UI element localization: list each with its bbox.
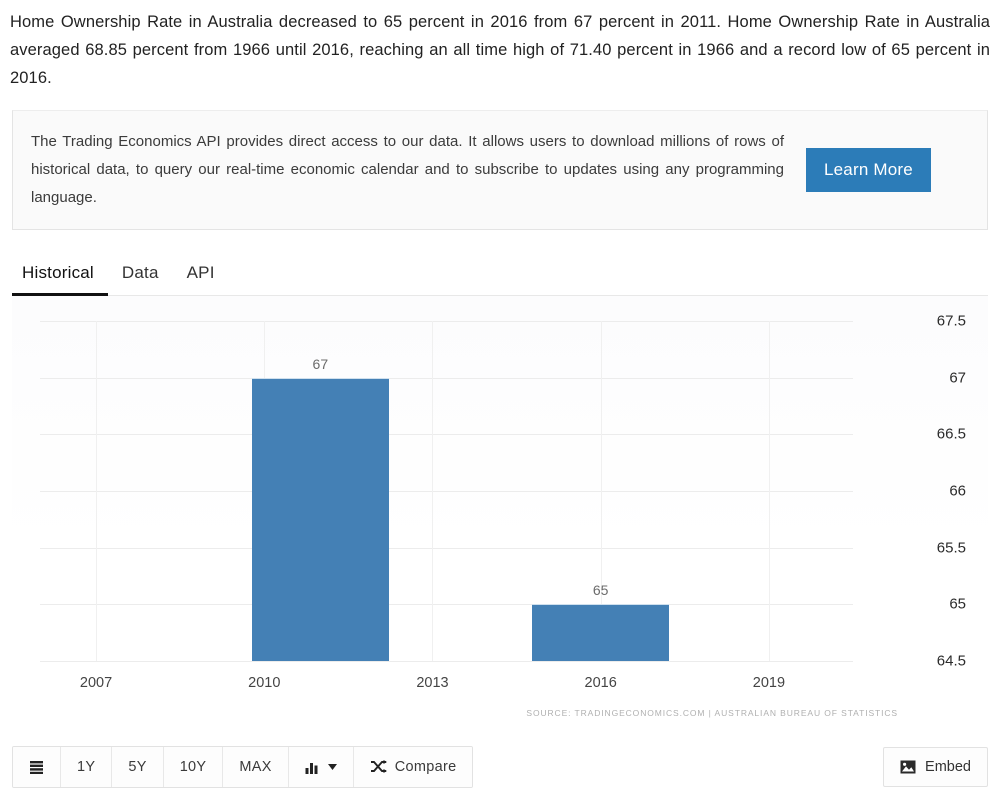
x-axis-tick-label: 2010 xyxy=(248,675,281,691)
menu-icon xyxy=(29,760,44,775)
y-gridline xyxy=(40,491,853,492)
chart-container[interactable]: SOURCE: TRADINGECONOMICS.COM | AUSTRALIA… xyxy=(12,296,988,718)
x-gridline xyxy=(432,321,434,661)
api-promo-text: The Trading Economics API provides direc… xyxy=(31,133,784,206)
y-gridline xyxy=(40,434,853,436)
tab-data[interactable]: Data xyxy=(108,263,173,295)
x-axis-tick-label: 2019 xyxy=(752,675,786,691)
x-axis-tick-label: 2016 xyxy=(584,675,617,691)
tab-historical[interactable]: Historical xyxy=(12,263,108,296)
x-gridline xyxy=(96,321,98,661)
range-button-5y[interactable]: 5Y xyxy=(112,747,164,787)
summary-paragraph: Home Ownership Rate in Australia decreas… xyxy=(10,13,990,87)
compare-label: Compare xyxy=(394,759,457,775)
image-icon xyxy=(900,760,916,774)
chart-bar[interactable] xyxy=(532,604,670,661)
chart-type-dropdown[interactable] xyxy=(288,747,354,787)
api-promo-box: The Trading Economics API provides direc… xyxy=(12,110,988,230)
embed-label: Embed xyxy=(925,759,971,775)
y-axis-tick-label: 67 xyxy=(949,369,966,387)
chart-toolbar: 1Y 5Y 10Y MAX Compare Embed xyxy=(12,746,988,788)
y-axis-tick-label: 64.5 xyxy=(936,652,966,670)
range-button-group: 1Y 5Y 10Y MAX Compare xyxy=(12,746,474,788)
tab-bar: Historical Data API xyxy=(12,252,988,296)
x-axis-tick-label: 2013 xyxy=(416,675,449,691)
y-axis-tick-label: 66.5 xyxy=(936,425,966,443)
y-gridline xyxy=(40,377,853,379)
x-gridline xyxy=(768,321,770,661)
range-button-1y[interactable]: 1Y xyxy=(61,747,113,787)
compare-button[interactable]: Compare xyxy=(353,747,473,787)
bar-value-label: 67 xyxy=(312,355,329,372)
bar-chart-icon xyxy=(305,760,320,774)
range-button-max[interactable]: MAX xyxy=(223,747,289,787)
y-gridline xyxy=(40,604,853,606)
tab-api[interactable]: API xyxy=(173,263,229,295)
chart-plot-area xyxy=(40,321,853,662)
y-gridline xyxy=(40,321,853,322)
y-gridline xyxy=(40,661,853,662)
chevron-down-icon xyxy=(327,764,337,770)
y-axis-tick-label: 65 xyxy=(949,595,966,613)
chart-bar[interactable] xyxy=(251,377,390,661)
shuffle-icon xyxy=(370,760,387,774)
range-button-10y[interactable]: 10Y xyxy=(163,747,224,787)
y-gridline xyxy=(40,547,853,549)
x-axis-tick-label: 2007 xyxy=(79,675,113,691)
y-axis-tick-label: 67.5 xyxy=(936,312,966,330)
bar-value-label: 65 xyxy=(592,582,609,599)
embed-button[interactable]: Embed xyxy=(883,747,988,787)
chart-source-attribution: SOURCE: TRADINGECONOMICS.COM | AUSTRALIA… xyxy=(526,708,898,718)
learn-more-button[interactable]: Learn More xyxy=(806,148,931,192)
y-axis-tick-label: 65.5 xyxy=(936,539,966,557)
chart-menu-button[interactable] xyxy=(13,747,61,787)
y-axis-tick-label: 66 xyxy=(949,482,966,500)
